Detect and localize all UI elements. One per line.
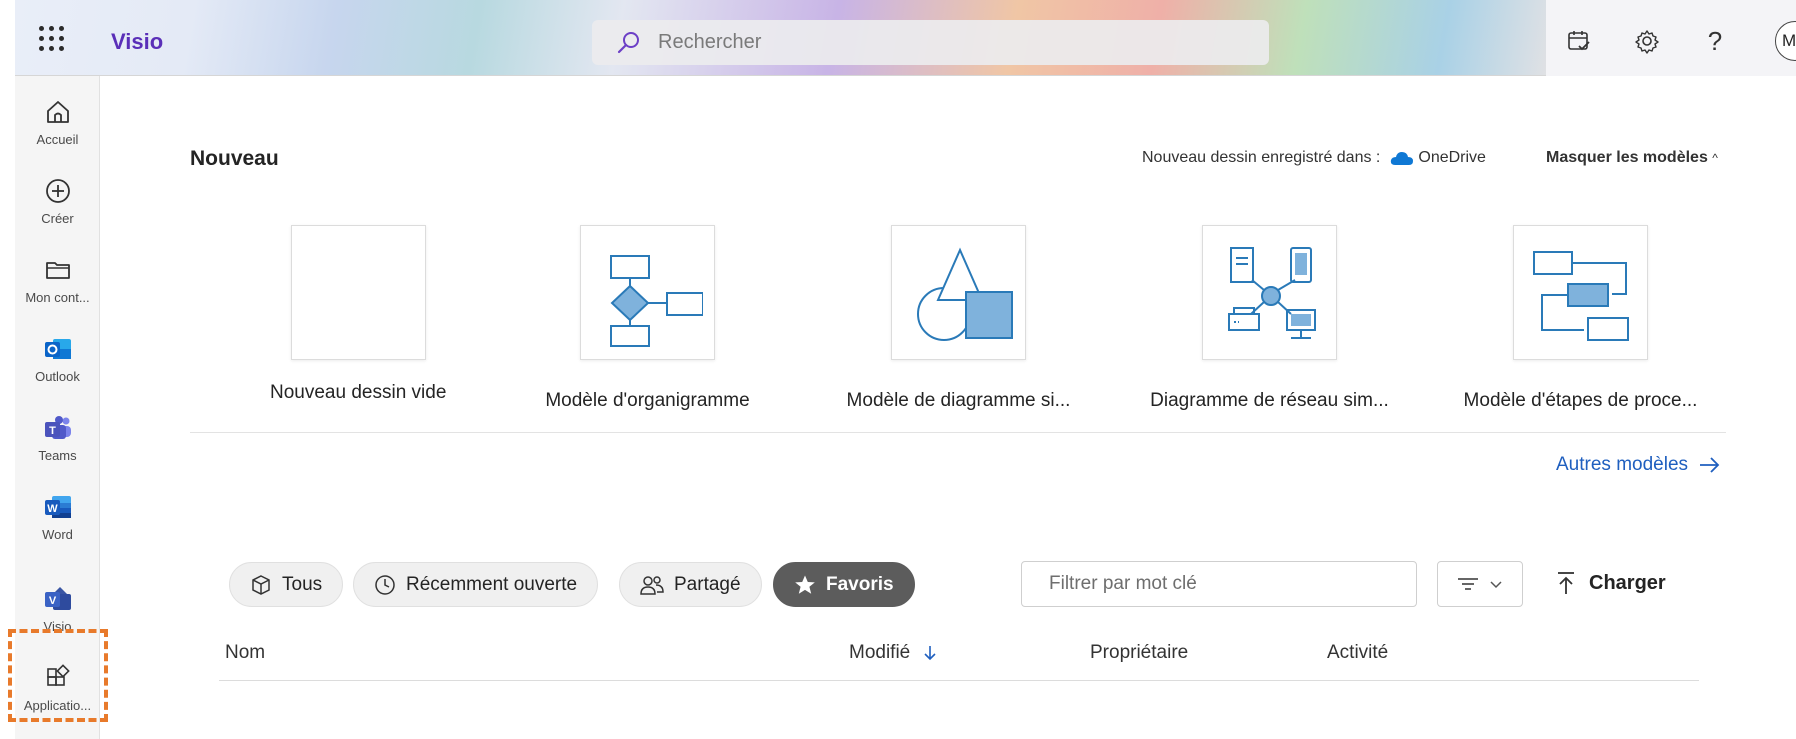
template-thumbnail [1513,225,1648,360]
sidebar-item-outlook[interactable]: Outlook [15,323,100,395]
filter-tous[interactable]: Tous [229,562,344,607]
visio-app: Visio Rechercher ? MA Accueil Créer [0,0,1796,739]
flowchart-diagram-icon [609,254,703,347]
help-icon[interactable]: ? [1700,26,1730,56]
column-header-owner[interactable]: Propriétaire [1090,642,1188,664]
home-icon [42,96,74,128]
people-icon [640,575,664,595]
template-thumbnail [1202,225,1337,360]
sidebar-item-label: Teams [38,448,77,463]
section-divider [190,432,1726,433]
upload-icon [1558,572,1574,594]
template-network[interactable]: Diagramme de réseau sim... [1150,225,1389,412]
filter-shared[interactable]: Partagé [619,562,762,607]
template-name: Modèle d'organigramme [545,390,750,411]
shapes-diagram-icon [916,247,1013,341]
sidebar-item-label: Outlook [35,369,80,384]
column-header-name[interactable]: Nom [225,642,265,664]
chevron-down-icon [1490,581,1502,589]
sidebar-item-accueil[interactable]: Accueil [15,86,100,158]
template-blank[interactable]: Nouveau dessin vide [270,225,446,404]
template-basic-diagram[interactable]: Modèle de diagramme si... [847,225,1070,412]
cube-icon [252,574,270,595]
outlook-icon [42,333,74,365]
table-header-divider [219,680,1699,681]
sidebar-item-applications[interactable]: Applicatio... [15,652,100,724]
sidebar-item-label: Visio [43,619,72,634]
column-header-modified[interactable]: Modifié [849,642,938,664]
hide-templates-button[interactable]: Masquer les modèles ^ [1546,149,1718,167]
process-diagram-icon [1532,250,1629,341]
sidebar-item-label: Word [42,527,73,542]
cloud-icon [1391,152,1414,165]
template-process-steps[interactable]: Modèle d'étapes de proce... [1464,225,1697,412]
arrow-right-icon [1700,457,1720,473]
filter-favorites[interactable]: Favoris [773,562,915,607]
template-thumbnail [891,225,1026,360]
filter-recent[interactable]: Récemment ouverte [353,562,599,607]
calendar-check-icon[interactable] [1564,26,1594,56]
sidebar-item-teams[interactable]: T Teams [15,402,100,474]
template-name: Nouveau dessin vide [270,382,447,403]
sidebar-item-creer[interactable]: Créer [15,165,100,237]
more-templates-link[interactable]: Autres modèles [1556,454,1720,476]
search-icon [617,31,639,53]
word-icon: W [42,491,74,523]
svg-text:W: W [47,503,58,515]
sidebar-item-label: Applicatio... [23,698,92,713]
sidebar-item-visio[interactable]: V Visio [15,573,100,645]
template-name: Diagramme de réseau sim... [1150,390,1389,411]
section-title-nouveau: Nouveau [190,147,279,170]
template-name: Modèle d'étapes de proce... [1463,390,1698,411]
arrow-down-icon [924,646,936,661]
filter-placeholder: Filtrer par mot clé [1049,573,1197,594]
save-location-label: Nouveau dessin enregistré dans : [1142,149,1381,166]
plus-circle-icon [42,175,74,207]
onedrive-link[interactable]: OneDrive [1390,149,1486,167]
sidebar-item-word[interactable]: W Word [15,481,100,553]
filter-lines-icon [1458,578,1478,590]
clock-icon [375,574,395,595]
app-name[interactable]: Visio [111,29,163,55]
chevron-up-icon: ^ [1712,151,1718,165]
star-icon [795,575,815,594]
sidebar-item-label: Créer [41,211,74,226]
folder-icon [42,254,74,286]
sidebar-item-mon-contenu[interactable]: Mon cont... [15,244,100,316]
search-placeholder: Rechercher [658,31,762,53]
template-flowchart[interactable]: Modèle d'organigramme [545,225,750,412]
visio-icon: V [42,583,74,615]
waffle-icon[interactable] [37,24,65,52]
teams-icon: T [42,412,74,444]
filter-options-button[interactable] [1437,561,1523,607]
sidebar-item-label: Accueil [36,132,79,147]
network-diagram-icon [1227,246,1316,339]
template-thumbnail [580,225,715,360]
left-rail: Accueil Créer Mon cont... Outlook T Team… [15,76,100,739]
save-location: Nouveau dessin enregistré dans : OneDriv… [1142,149,1486,167]
template-name: Modèle de diagramme si... [846,390,1071,411]
apps-icon [42,662,74,694]
column-header-activity[interactable]: Activité [1327,642,1388,664]
top-header: Visio Rechercher ? MA [15,0,1796,76]
sidebar-item-label: Mon cont... [25,290,90,305]
gear-icon[interactable] [1632,26,1662,56]
upload-button[interactable]: Charger [1555,570,1666,596]
keyword-filter-input[interactable]: Filtrer par mot clé [1021,561,1417,607]
svg-text:T: T [49,425,56,437]
template-thumbnail [290,225,426,360]
search-input[interactable]: Rechercher [592,20,1269,65]
svg-text:V: V [48,595,56,607]
